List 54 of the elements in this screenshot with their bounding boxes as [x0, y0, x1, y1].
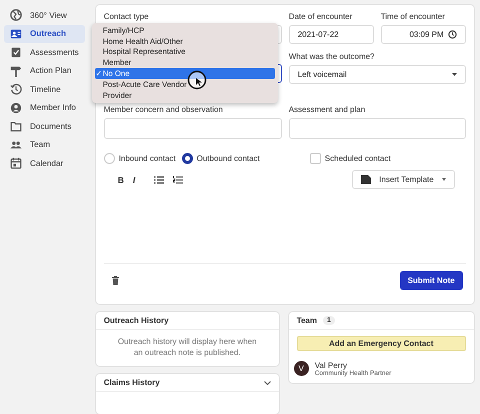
- radio-label: Inbound contact: [118, 154, 176, 163]
- cursor-icon: [186, 70, 207, 90]
- caret-icon: [442, 178, 446, 181]
- clock-icon: [448, 30, 457, 39]
- time-field[interactable]: 03:09 PM: [380, 25, 466, 44]
- field-label: Date of encounter: [288, 12, 354, 21]
- card-title: Claims History: [104, 378, 160, 387]
- clipboard-check-icon: [10, 46, 22, 58]
- history-icon: [10, 83, 22, 96]
- date-field[interactable]: 2021-07-22: [288, 25, 374, 44]
- calendar-icon: [10, 157, 22, 170]
- member-name: Val Perry: [314, 360, 348, 370]
- document-icon: [361, 175, 372, 184]
- concern-field[interactable]: [104, 118, 282, 139]
- contact-card-icon: [10, 28, 22, 40]
- numbered-list-icon[interactable]: [173, 176, 184, 184]
- avatar: V: [294, 361, 309, 376]
- person-icon: [10, 102, 22, 114]
- assessment-field[interactable]: [288, 118, 466, 139]
- field-label: Member concern and observation: [104, 105, 224, 114]
- sidebar-item[interactable]: Action Plan: [4, 62, 85, 80]
- people-icon: [10, 138, 22, 151]
- sidebar-item[interactable]: Outreach: [4, 24, 85, 43]
- signpost-icon: [10, 64, 22, 77]
- trash-icon[interactable]: [112, 276, 119, 286]
- folder-icon: [10, 120, 22, 132]
- card-title: Outreach History: [104, 316, 169, 325]
- emergency-contact-button[interactable]: Add an Emergency Contact: [296, 336, 466, 351]
- sidebar-item[interactable]: Assessments: [4, 43, 85, 62]
- sidebar-item[interactable]: 360° View: [4, 6, 85, 24]
- globe-icon: [10, 9, 22, 22]
- sidebar-item[interactable]: Timeline: [4, 80, 85, 98]
- sidebar-item[interactable]: Team: [4, 136, 85, 154]
- card-title: Team: [296, 316, 317, 325]
- italic-button[interactable]: I: [132, 174, 136, 184]
- sidebar-item[interactable]: Calendar: [4, 154, 85, 172]
- insert-template-button[interactable]: Insert Template: [352, 170, 455, 189]
- bold-button[interactable]: B: [118, 174, 124, 184]
- radio-label: Outbound contact: [196, 154, 260, 163]
- field-label: Assessment and plan: [288, 105, 366, 114]
- radio-button[interactable]: [182, 153, 193, 164]
- bullet-list-icon[interactable]: [154, 176, 164, 184]
- field-label: Contact type: [104, 12, 150, 21]
- outcome-select[interactable]: Left voicemail: [288, 65, 466, 84]
- checkbox-label: Scheduled contact: [324, 154, 391, 163]
- caret-icon: [452, 73, 457, 76]
- chevron-down-icon[interactable]: [264, 380, 271, 384]
- field-label: What was the outcome?: [288, 52, 376, 61]
- submit-button[interactable]: Submit Note: [400, 271, 463, 290]
- sidebar-item[interactable]: Member Info: [4, 98, 85, 117]
- sidebar-item[interactable]: Documents: [4, 117, 85, 136]
- checkbox[interactable]: [310, 153, 321, 164]
- field-label: Time of encounter: [380, 12, 446, 21]
- empty-message: Outreach history will display here when an outreach note is published.: [116, 336, 258, 359]
